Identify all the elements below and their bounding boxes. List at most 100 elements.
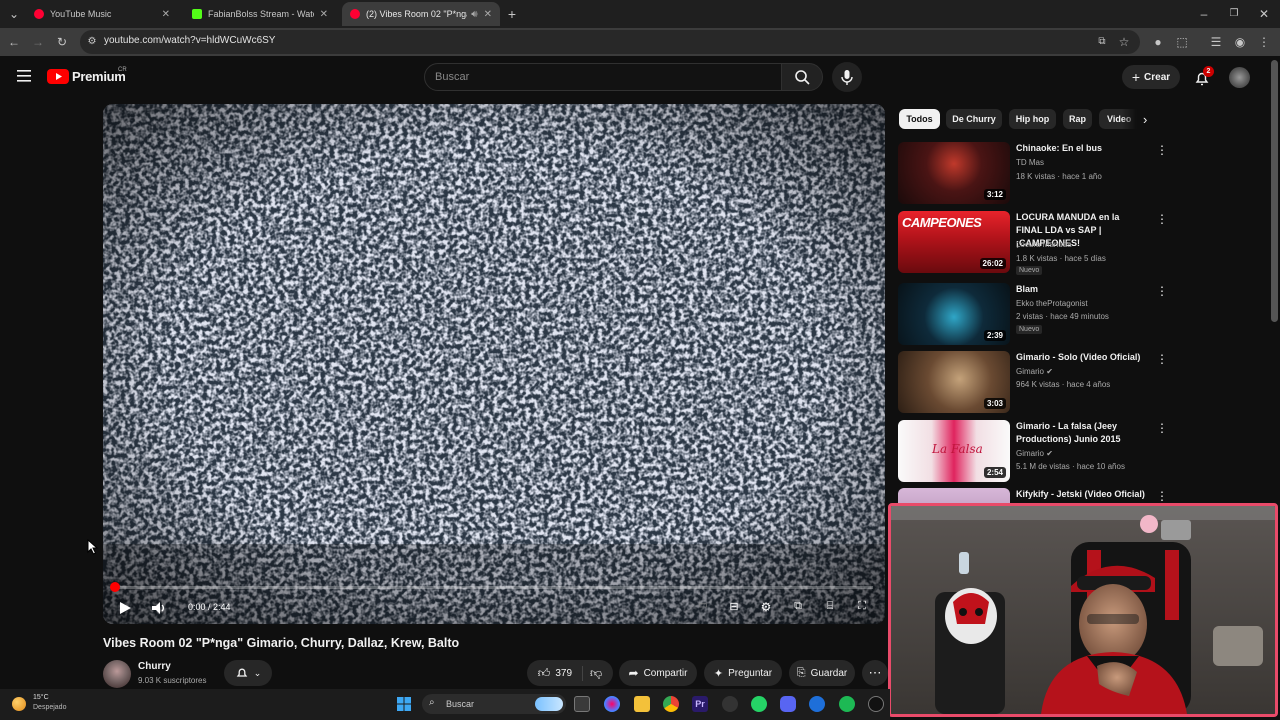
tab-search-icon[interactable]: ⌄	[6, 6, 22, 22]
windows-start-icon[interactable]	[396, 696, 412, 712]
progress-scrubber[interactable]	[110, 582, 120, 592]
fullscreen-icon[interactable]: ⛶	[853, 600, 871, 616]
subscription-bell-button[interactable]: ⌄	[224, 660, 272, 686]
chip-video[interactable]: Video	[1099, 109, 1137, 129]
browser-tab[interactable]: FabianBolss Stream - Watch Live ✕	[184, 2, 336, 26]
search-input[interactable]: Buscar	[424, 63, 782, 91]
app-icon[interactable]	[809, 696, 825, 712]
more-options-icon[interactable]: ⋮	[1156, 213, 1168, 227]
browser-menu-icon[interactable]: ⋮	[1256, 34, 1272, 50]
video-thumbnail[interactable]: La Falsa 2:54	[898, 420, 1010, 482]
create-button[interactable]: + Crear	[1122, 65, 1180, 89]
close-tab-icon[interactable]: ✕	[320, 9, 328, 20]
search-button[interactable]	[781, 63, 823, 91]
video-player[interactable]: 0:00 / 2:44 ▭ ⊟ ⚙ ⧉ ⌸ ⛶	[103, 104, 885, 624]
extensions-puzzle-icon[interactable]: ⬚	[1174, 34, 1190, 50]
voice-search-button[interactable]	[832, 62, 862, 92]
chip-todos[interactable]: Todos	[899, 109, 940, 129]
recommendation-item[interactable]: CAMPEONES 26:02 LOCURA MANUDA en la FINA…	[898, 211, 1178, 275]
duration-badge: 26:02	[979, 258, 1006, 269]
chrome-icon[interactable]	[663, 696, 679, 712]
create-label: Crear	[1144, 71, 1171, 83]
recommendation-channel: Gimario	[1016, 449, 1045, 458]
recommendation-title: Gimario - La falsa (Jeey Productions) Ju…	[1016, 421, 1121, 444]
app-icon[interactable]	[868, 696, 884, 712]
play-icon[interactable]	[118, 600, 132, 616]
weather-moon-icon[interactable]	[12, 697, 26, 711]
reload-icon[interactable]: ↻	[54, 34, 70, 50]
video-thumbnail[interactable]: CAMPEONES 26:02	[898, 211, 1010, 273]
chip-de-churry[interactable]: De Churry	[946, 109, 1002, 129]
recommendation-channel: Ekko theProtagonist	[1016, 299, 1088, 308]
miniplayer-icon[interactable]: ⧉	[789, 600, 807, 616]
install-app-icon[interactable]: ⧉	[1094, 34, 1110, 50]
cast-icon[interactable]: ⌸	[821, 600, 839, 616]
verified-icon: ✔︎	[1046, 367, 1053, 376]
profile-avatar-icon[interactable]: ◉	[1232, 34, 1248, 50]
chevron-right-icon[interactable]: ›	[1143, 112, 1147, 127]
subtitles-icon[interactable]: ⊟	[725, 600, 743, 616]
account-avatar[interactable]	[1229, 67, 1250, 88]
autoplay-toggle-icon[interactable]: ▭	[694, 600, 712, 616]
ask-button[interactable]: ✦ Preguntar	[704, 660, 782, 686]
whatsapp-icon[interactable]	[751, 696, 767, 712]
channel-name[interactable]: Churry	[138, 661, 171, 672]
video-thumbnail[interactable]: 2:39	[898, 283, 1010, 345]
notification-badge: 2	[1203, 66, 1214, 77]
like-button[interactable]: 👍︎ 379	[538, 665, 584, 681]
save-button[interactable]: ⎘ Guardar	[789, 660, 855, 686]
more-options-icon[interactable]: ⋮	[1156, 353, 1168, 367]
recommendation-meta: 5.1 M de vistas · hace 10 años	[1016, 462, 1125, 471]
recommendation-item[interactable]: Kifykify - Jetski (Video Oficial) ⋮	[898, 488, 1178, 504]
back-icon[interactable]: ←	[6, 34, 22, 50]
browser-tab[interactable]: YouTube Music ✕	[26, 2, 178, 26]
premiere-pro-icon[interactable]: Pr	[692, 696, 708, 712]
more-options-icon[interactable]: ⋮	[1156, 285, 1168, 299]
site-info-icon[interactable]: ⚙	[84, 34, 100, 50]
video-thumbnail[interactable]: 3:03	[898, 351, 1010, 413]
video-thumbnail[interactable]	[898, 488, 1010, 504]
duration-badge: 2:54	[983, 467, 1006, 478]
extension-icon[interactable]: ●	[1150, 34, 1166, 50]
obs-icon[interactable]	[722, 696, 738, 712]
more-options-icon[interactable]: ⋮	[1156, 422, 1168, 436]
recommendation-channel-row: Gimario ✔︎	[1016, 367, 1053, 376]
close-window-icon[interactable]: ✕	[1256, 6, 1272, 22]
page-scrollbar[interactable]	[1271, 60, 1278, 322]
bookmark-star-icon[interactable]: ☆	[1116, 34, 1132, 50]
forward-icon[interactable]: →	[30, 34, 46, 50]
close-tab-icon[interactable]: ✕	[484, 9, 492, 20]
speaker-icon[interactable]: 🔊︎	[471, 9, 477, 20]
chip-hip-hop[interactable]: Hip hop	[1009, 109, 1056, 129]
more-options-icon[interactable]: ⋮	[1156, 490, 1168, 504]
discord-icon[interactable]	[780, 696, 796, 712]
new-tab-icon[interactable]: +	[504, 6, 520, 22]
recommendation-item[interactable]: 3:03 Gimario - Solo (Video Oficial) Gima…	[898, 351, 1178, 413]
task-view-icon[interactable]	[574, 696, 590, 712]
minimize-icon[interactable]: –	[1196, 6, 1212, 22]
channel-avatar[interactable]	[103, 660, 131, 688]
file-explorer-icon[interactable]	[634, 696, 650, 712]
more-actions-button[interactable]: ⋯	[862, 660, 888, 686]
chip-rap[interactable]: Rap	[1063, 109, 1092, 129]
hamburger-menu-icon[interactable]	[16, 69, 32, 83]
taskbar-search-icon: ⌕	[429, 697, 435, 708]
restore-icon[interactable]: ❐	[1226, 6, 1242, 22]
volume-icon[interactable]	[150, 600, 168, 616]
more-options-icon[interactable]: ⋮	[1156, 144, 1168, 158]
tab-search-list-icon[interactable]: ☰	[1208, 34, 1224, 50]
dislike-button[interactable]: 👎︎	[588, 666, 602, 681]
close-tab-icon[interactable]: ✕	[162, 9, 170, 20]
progress-bar[interactable]	[110, 582, 873, 592]
recommendation-item[interactable]: 3:12 Chinaoke: En el bus TD Mas 18 K vis…	[898, 142, 1178, 204]
browser-tab-active[interactable]: (2) Vibes Room 02 "P*nga" 🔊︎ ✕	[342, 2, 500, 26]
settings-gear-icon[interactable]: ⚙	[757, 600, 775, 616]
youtube-premium-logo[interactable]: Premium	[47, 68, 126, 84]
recommendation-item[interactable]: La Falsa 2:54 Gimario - La falsa (Jeey P…	[898, 420, 1178, 482]
share-button[interactable]: ➦ Compartir	[619, 660, 697, 686]
recommendation-item[interactable]: 2:39 Blam Ekko theProtagonist 2 vistas ·…	[898, 283, 1178, 345]
spotify-icon[interactable]	[839, 696, 855, 712]
taskbar-widget-icon[interactable]	[535, 697, 563, 711]
copilot-icon[interactable]	[604, 696, 620, 712]
video-thumbnail[interactable]: 3:12	[898, 142, 1010, 204]
